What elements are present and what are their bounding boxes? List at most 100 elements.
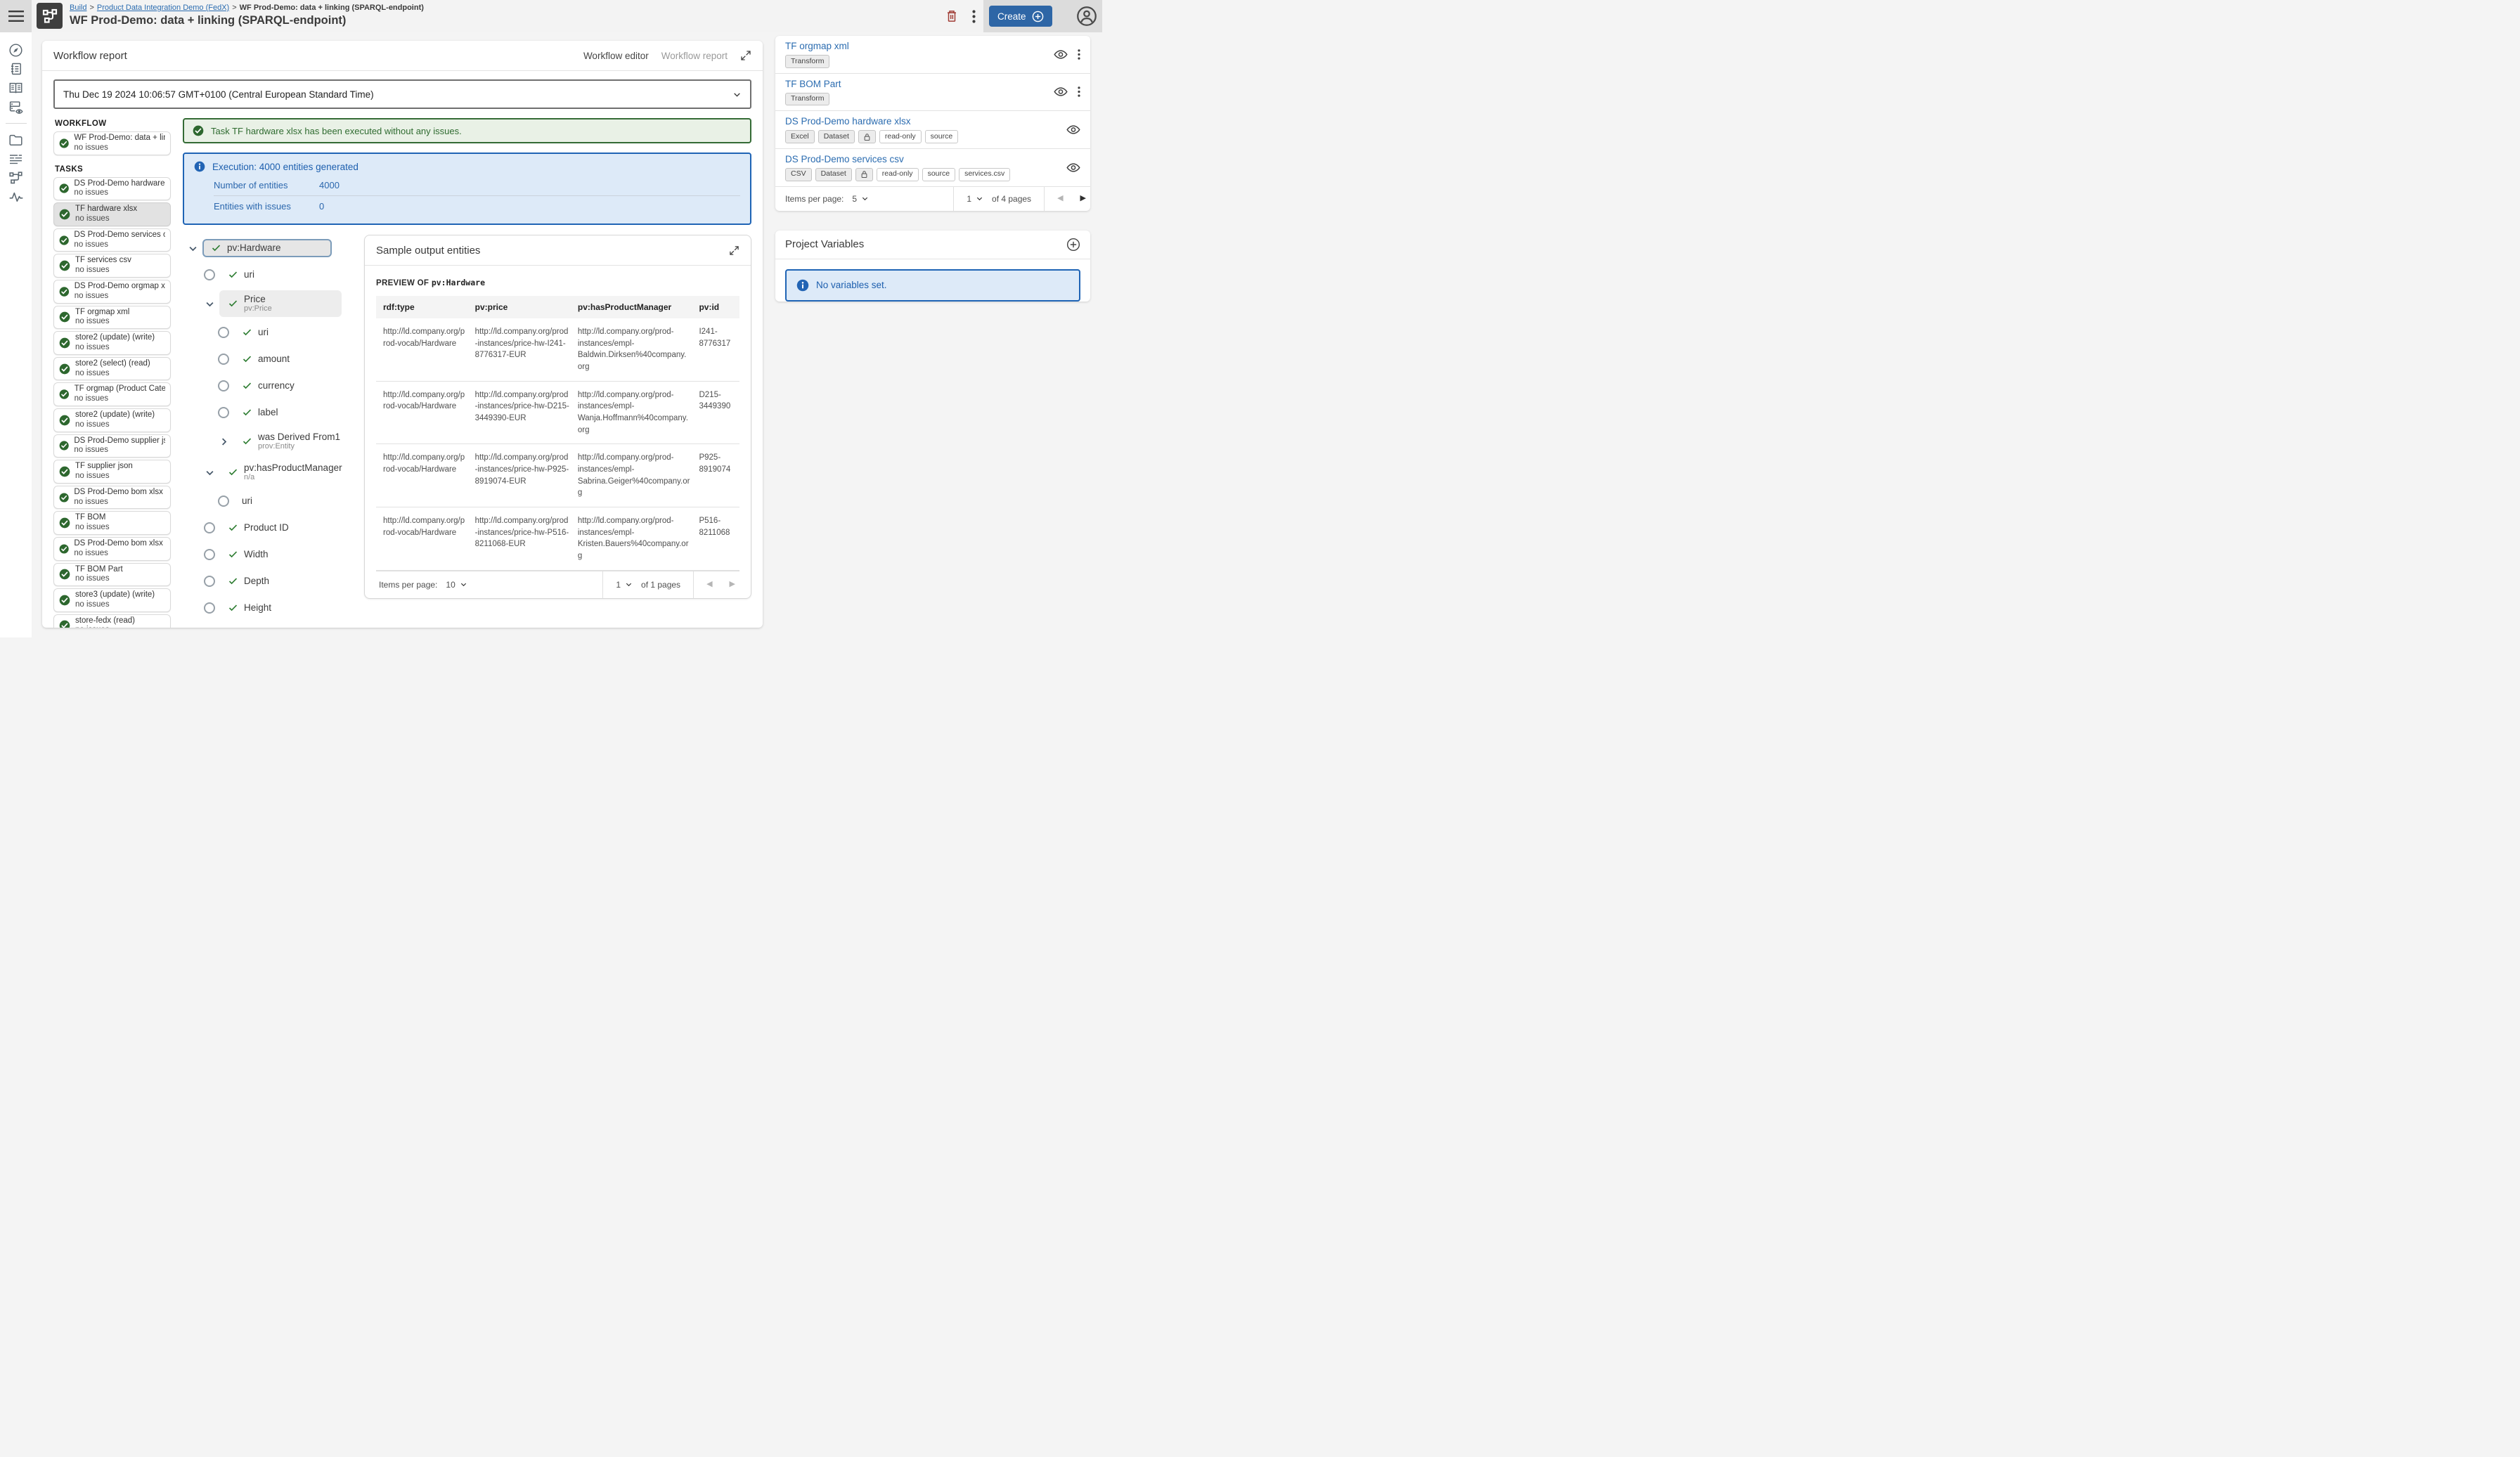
related-item-link[interactable]: TF BOM Part [785,79,841,89]
preview-eye-icon[interactable] [1066,162,1080,174]
items-per-page-select[interactable]: 10 [446,580,467,590]
tree-node-row[interactable]: Price pv:Price [183,288,364,319]
radio-button[interactable] [218,496,229,507]
breadcrumb-link-build[interactable]: Build [70,4,86,12]
task-item[interactable]: store2 (update) (write)no issues [53,408,171,432]
tree-node-row[interactable]: pv:Hardware [183,235,364,261]
task-item[interactable]: DS Prod-Demo services c…no issues [53,228,171,252]
task-item[interactable]: TF BOMno issues [53,511,171,535]
hamburger-button[interactable] [0,0,32,32]
related-item-link[interactable]: DS Prod-Demo hardware xlsx [785,116,958,127]
next-page-icon[interactable]: ▶ [1080,195,1086,202]
execution-date-select[interactable]: Thu Dec 19 2024 10:06:57 GMT+0100 (Centr… [53,79,751,109]
radio-button[interactable] [204,576,215,587]
item-menu-kebab-icon[interactable] [1078,86,1080,98]
success-check-icon [59,311,70,323]
breadcrumb-link-project[interactable]: Product Data Integration Demo (FedX) [97,4,229,12]
radio-button[interactable] [204,522,215,533]
task-item[interactable]: TF orgmap (Product Cate…no issues [53,382,171,406]
tree-node-row[interactable]: Depth [183,568,364,595]
chevron-right-icon[interactable] [219,436,229,447]
workflow-icon[interactable] [6,171,27,185]
task-item[interactable]: store2 (update) (write)no issues [53,331,171,355]
tree-node-row[interactable]: amount [183,346,364,373]
server-eye-icon[interactable] [6,100,27,114]
tree-node-row[interactable]: was Derived From1 prov:Entity [183,426,364,457]
tree-node-row[interactable]: label [183,399,364,426]
task-item[interactable]: store3 (update) (write)no issues [53,588,171,612]
radio-button[interactable] [218,380,229,391]
tab-workflow-report[interactable]: Workflow report [661,51,728,61]
tree-node-row[interactable]: Height [183,595,364,621]
lock-icon [861,170,867,179]
task-item[interactable]: store2 (select) (read)no issues [53,357,171,381]
more-actions-button[interactable] [972,10,976,23]
sample-entities-table: rdf:type pv:price pv:hasProductManager p… [376,296,739,571]
tag-chip: Dataset [815,168,852,181]
success-check-icon [193,125,204,136]
add-variable-button[interactable] [1066,238,1080,252]
task-item[interactable]: DS Prod-Demo supplier js…no issues [53,434,171,458]
tree-node-row[interactable]: Width [183,541,364,568]
expand-fullscreen-icon[interactable] [740,50,751,61]
items-per-page-select[interactable]: 5 [852,194,869,204]
tree-node-row[interactable]: uri [183,319,364,346]
task-item[interactable]: TF orgmap xmlno issues [53,306,171,330]
prev-page-icon[interactable]: ◀ [1057,195,1063,202]
tree-node-row[interactable]: currency [183,373,364,399]
expand-fullscreen-icon[interactable] [729,245,739,256]
compass-icon[interactable] [6,43,27,57]
chevron-down-icon[interactable] [205,467,215,478]
task-item[interactable]: TF hardware xlsxno issues [53,202,171,226]
page-select[interactable]: 1 [616,580,633,590]
page-select[interactable]: 1 [967,194,983,204]
notebook-icon[interactable] [6,62,27,76]
item-menu-kebab-icon[interactable] [1078,48,1080,60]
preview-eye-icon[interactable] [1066,124,1080,136]
preview-eye-icon[interactable] [1054,86,1068,98]
task-item[interactable]: TF services csvno issues [53,254,171,278]
workflow-item[interactable]: WF Prod-Demo: data + lin…no issues [53,131,171,155]
task-item[interactable]: DS Prod-Demo bom xlsx (…no issues [53,537,171,561]
prev-page-icon[interactable]: ◀ [706,581,712,588]
preview-eye-icon[interactable] [1054,48,1068,60]
related-item-link[interactable]: TF orgmap xml [785,41,849,51]
radio-button[interactable] [218,354,229,365]
create-button[interactable]: Create [989,6,1052,27]
tree-node-row[interactable]: Product ID [183,514,364,541]
delete-workflow-button[interactable] [945,9,958,23]
radio-button[interactable] [204,549,215,560]
tree-node-row[interactable]: Weigth [183,621,364,628]
tree-node-row[interactable]: uri [183,488,364,514]
related-items-panel: TF orgmap xml Transform [775,36,1090,211]
tree-node-row[interactable]: uri [183,261,364,288]
execution-row-value: 0 [319,201,324,212]
radio-button[interactable] [204,602,215,614]
success-check-icon [59,492,69,503]
radio-button[interactable] [204,269,215,280]
task-status: no issues [74,498,165,507]
book-open-icon[interactable] [6,81,27,95]
related-item-link[interactable]: DS Prod-Demo services csv [785,154,1010,164]
tree-node-row[interactable]: pv:hasProductManager n/a [183,457,364,488]
user-avatar-icon[interactable] [1076,6,1097,27]
task-status: no issues [74,188,165,198]
folder-icon[interactable] [6,133,27,147]
tab-workflow-editor[interactable]: Workflow editor [583,51,649,61]
task-item[interactable]: TF supplier jsonno issues [53,460,171,484]
task-status: no issues [75,214,137,224]
list-lines-icon[interactable] [6,152,27,166]
task-item[interactable]: TF BOM Partno issues [53,563,171,587]
activity-icon[interactable] [6,190,27,204]
execution-row-label: Number of entities [214,180,319,190]
radio-button[interactable] [218,327,229,338]
task-item[interactable]: DS Prod-Demo hardware …no issues [53,177,171,201]
cell-product-manager: http://ld.company.org/prod-instances/emp… [578,444,699,507]
chevron-down-icon[interactable] [205,299,215,309]
chevron-down-icon[interactable] [188,243,198,254]
next-page-icon[interactable]: ▶ [730,581,735,588]
task-item[interactable]: store-fedx (read)no issues [53,614,171,628]
task-item[interactable]: DS Prod-Demo orgmap x…no issues [53,280,171,304]
task-item[interactable]: DS Prod-Demo bom xlsx (…no issues [53,486,171,510]
radio-button[interactable] [218,407,229,418]
